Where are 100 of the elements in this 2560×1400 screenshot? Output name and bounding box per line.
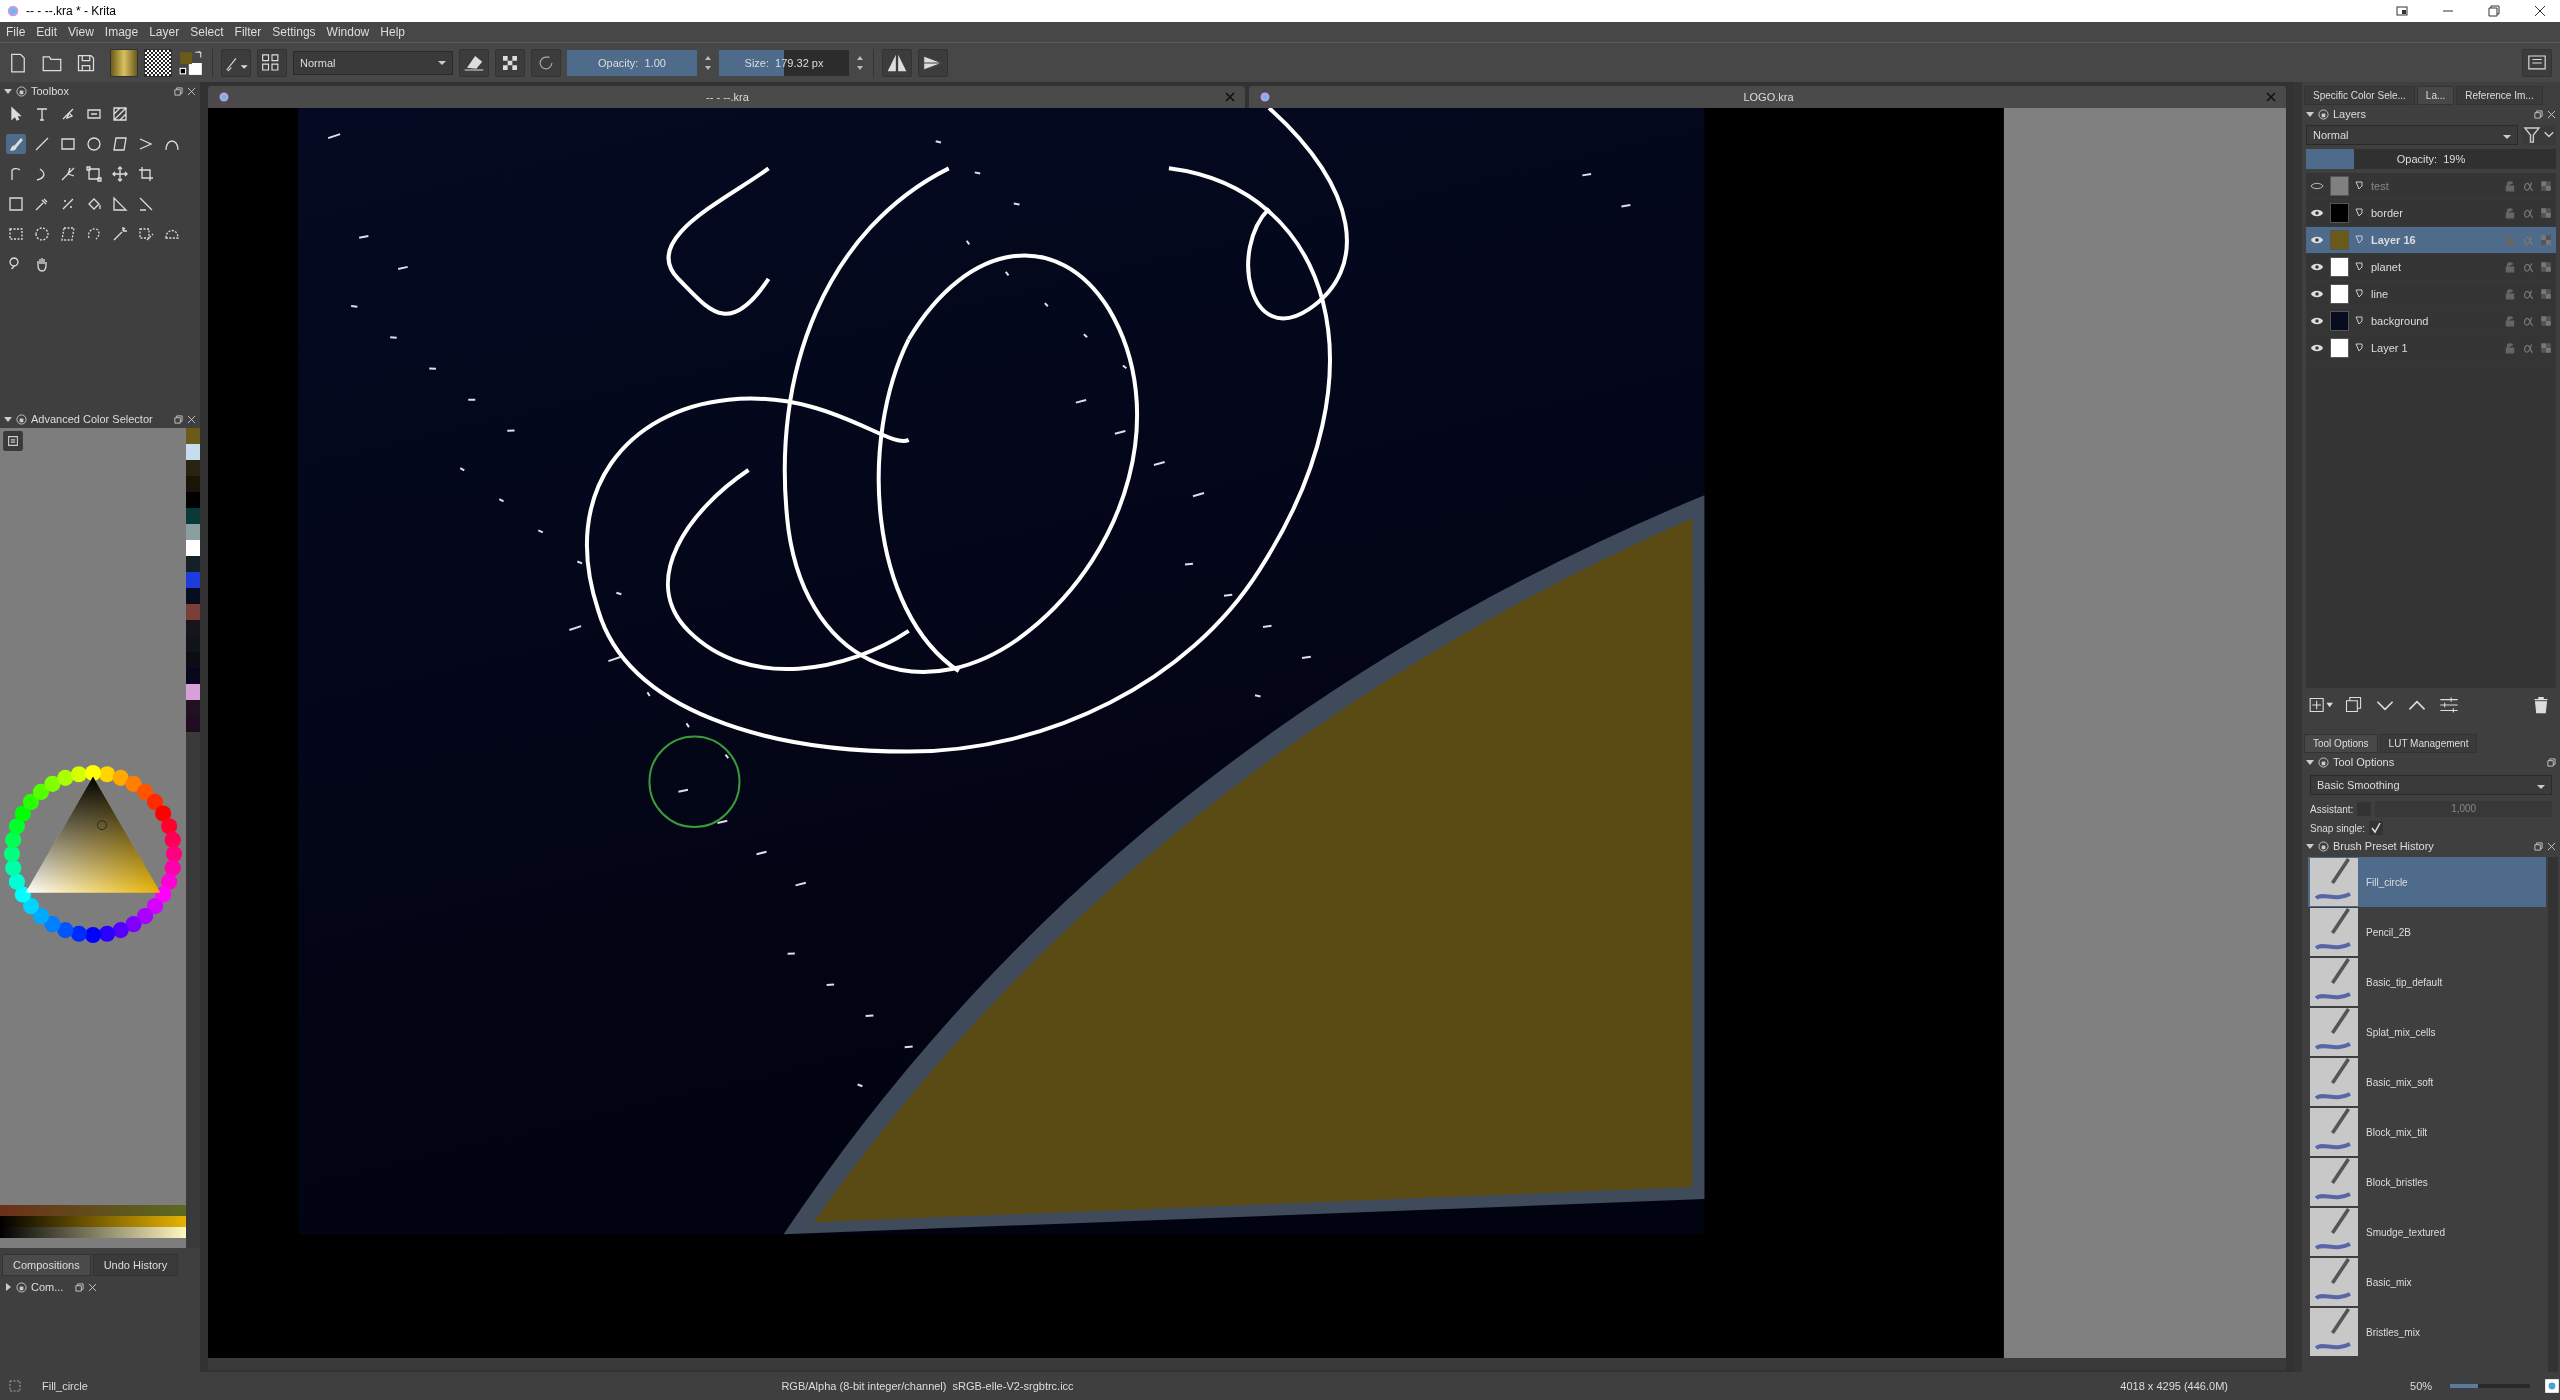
menu-item[interactable]: Help — [380, 25, 405, 39]
menu-item[interactable]: Window — [326, 25, 370, 39]
ellipse-select-tool-icon[interactable] — [32, 224, 52, 244]
eye-icon[interactable] — [2310, 289, 2324, 299]
collapse-arrow-icon[interactable] — [4, 87, 12, 95]
close-icon[interactable] — [2534, 5, 2546, 17]
layer-row[interactable]: Layer 1 — [2306, 335, 2556, 362]
color-wheel-drawing[interactable] — [3, 764, 183, 944]
gradient-tool-icon[interactable] — [6, 194, 26, 214]
eye-icon[interactable] — [2310, 262, 2324, 272]
color-gradient-bar[interactable] — [0, 1205, 186, 1216]
menu-item[interactable]: Image — [104, 25, 139, 39]
mirror-horizontal-icon[interactable] — [882, 48, 912, 77]
menu-item[interactable]: Layer — [149, 25, 180, 39]
color-swatch[interactable] — [186, 460, 200, 476]
add-layer-icon[interactable] — [2308, 696, 2334, 714]
blend-mode-dropdown[interactable]: Normal — [2306, 125, 2518, 145]
size-slider[interactable]: Size: 179.32 px — [719, 49, 849, 76]
color-gradient-bar[interactable] — [0, 1216, 186, 1227]
color-swatch[interactable] — [186, 572, 200, 588]
window-snap-icon[interactable] — [2396, 5, 2408, 17]
brush-preset-item[interactable]: Fill_circle — [2308, 857, 2546, 907]
toolbar-options-icon[interactable] — [2522, 48, 2552, 77]
collapse-arrow-icon[interactable] — [4, 415, 12, 423]
alpha-icon[interactable] — [2522, 315, 2534, 327]
color-swatch[interactable] — [186, 524, 200, 540]
eye-icon[interactable] — [2310, 235, 2324, 245]
menu-item[interactable]: Settings — [272, 25, 316, 39]
ellipse-tool-icon[interactable] — [84, 134, 104, 154]
color-swatch[interactable] — [186, 604, 200, 620]
layer-row[interactable]: test — [2306, 173, 2556, 200]
layer-row[interactable]: line — [2306, 281, 2556, 308]
smoothing-dropdown[interactable]: Basic Smoothing — [2310, 775, 2552, 795]
float-icon[interactable] — [2547, 757, 2556, 767]
brush-preset-icon[interactable] — [221, 48, 251, 77]
eye-icon[interactable] — [2310, 208, 2324, 218]
brush-preset-item[interactable]: Basic_mix — [2308, 1257, 2546, 1307]
opacity-slider[interactable]: Opacity: 1.00 — [567, 49, 697, 76]
checkerboard-icon[interactable] — [2540, 207, 2552, 219]
color-swatch[interactable] — [186, 492, 200, 508]
color-swatch[interactable] — [186, 684, 200, 700]
checkerboard-icon[interactable] — [2540, 342, 2552, 354]
layer-row[interactable]: background — [2306, 308, 2556, 335]
color-swatch[interactable] — [186, 636, 200, 652]
brush-preset-item[interactable]: Block_mix_tilt — [2308, 1107, 2546, 1157]
gradient-swatch[interactable] — [110, 48, 138, 77]
collapse-arrow-icon[interactable] — [2306, 110, 2314, 118]
assistant-tool-icon[interactable] — [110, 194, 130, 214]
docker-tab[interactable]: Undo History — [92, 1254, 179, 1276]
docker-tab[interactable]: Tool Options — [2304, 734, 2378, 753]
color-swatch[interactable] — [186, 668, 200, 684]
restore-icon[interactable] — [2488, 5, 2500, 17]
eye-icon[interactable] — [2310, 316, 2324, 326]
hidden-eye-icon[interactable] — [2310, 181, 2324, 191]
document-title-bar[interactable]: -- - --.kra — [208, 86, 1245, 108]
layer-row[interactable]: planet — [2306, 254, 2556, 281]
menu-item[interactable]: Filter — [234, 25, 262, 39]
color-swatch[interactable] — [186, 652, 200, 668]
brush-preset-item[interactable]: Splat_mix_cells — [2308, 1007, 2546, 1057]
checkerboard-icon[interactable] — [2540, 288, 2552, 300]
document-title-bar[interactable]: LOGO.kra — [1249, 86, 2286, 108]
color-swatch[interactable] — [186, 428, 200, 444]
horizontal-scrollbar[interactable] — [208, 1358, 2286, 1370]
canvas-icon[interactable] — [2544, 1378, 2560, 1394]
blend-mode-dropdown[interactable]: Normal — [293, 50, 453, 75]
snap-checkbox[interactable] — [2369, 821, 2384, 835]
float-icon[interactable] — [174, 414, 183, 424]
settings-icon[interactable] — [2, 430, 24, 452]
menu-item[interactable]: Select — [190, 25, 224, 39]
color-swatch[interactable] — [186, 700, 200, 716]
color-swatch[interactable] — [186, 476, 200, 492]
transform-tool-icon[interactable] — [84, 164, 104, 184]
menu-item[interactable]: Edit — [36, 25, 58, 39]
mirror-vertical-icon[interactable] — [918, 48, 948, 77]
brush-preset-item[interactable]: Bristles_mix — [2308, 1307, 2546, 1357]
brush-preset-item[interactable]: Basic_mix_soft — [2308, 1057, 2546, 1107]
float-icon[interactable] — [75, 1282, 85, 1292]
float-icon[interactable] — [2534, 109, 2543, 119]
reload-icon[interactable] — [531, 48, 561, 77]
checkerboard-icon[interactable] — [2540, 180, 2552, 192]
new-document-icon[interactable] — [8, 52, 28, 73]
brush-preset-item[interactable]: Pencil_2B — [2308, 907, 2546, 957]
docker-tab[interactable]: La... — [2416, 86, 2455, 105]
eraser-icon[interactable] — [459, 48, 489, 77]
float-icon[interactable] — [2534, 841, 2543, 851]
polygon-tool-icon[interactable] — [110, 134, 130, 154]
checkerboard-icon[interactable] — [2540, 315, 2552, 327]
menu-item[interactable]: View — [68, 25, 94, 39]
pattern-tool-icon[interactable] — [110, 104, 130, 124]
alpha-icon[interactable] — [2522, 261, 2534, 273]
docker-tab[interactable]: Compositions — [2, 1254, 91, 1276]
color-swatch[interactable] — [186, 556, 200, 572]
opacity-slider[interactable]: Opacity: 19% — [2306, 149, 2556, 169]
collapse-arrow-icon[interactable] — [2306, 842, 2314, 850]
brush-preset-item[interactable]: Block_bristles — [2308, 1157, 2546, 1207]
crop-tool-icon[interactable] — [136, 164, 156, 184]
pattern-swatch[interactable] — [144, 48, 172, 77]
alpha-icon[interactable] — [2522, 207, 2534, 219]
brush-preset-item[interactable]: Smudge_textured — [2308, 1207, 2546, 1257]
collapse-arrow-icon[interactable] — [2306, 758, 2314, 766]
